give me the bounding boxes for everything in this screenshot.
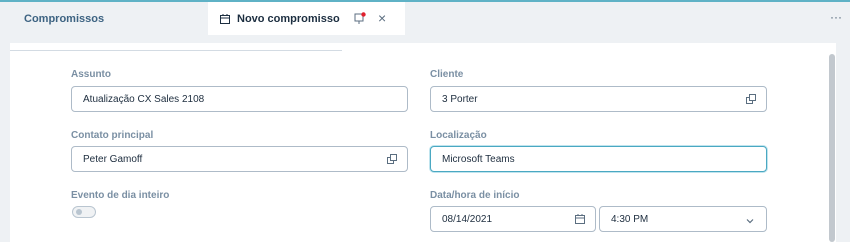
inicio-date-value: 08/14/2021 [442,213,493,225]
tab-bar: Compromissos Novo compromisso × ··· [0,2,850,35]
assunto-label: Assunto [71,69,111,80]
open-link-icon[interactable] [746,94,756,104]
tab-compromissos-label: Compromissos [24,12,105,25]
cliente-value: 3 Porter [442,93,478,105]
contato-value: Peter Gamoff [83,153,143,165]
evento-dia-toggle[interactable] [72,206,96,218]
cliente-input[interactable]: 3 Porter [430,86,767,112]
evento-dia-label: Evento de dia inteiro [71,190,170,201]
inicio-time-value: 4:30 PM [611,213,649,225]
calendar-icon [220,13,230,24]
tab-novo-compromisso-label: Novo compromisso [237,12,340,25]
tab-compromissos[interactable]: Compromissos [0,2,208,35]
pin-icon[interactable] [354,12,366,24]
assunto-input[interactable]: Atualização CX Sales 2108 [71,86,408,112]
calendar-icon[interactable] [575,214,585,224]
localizacao-input[interactable]: Microsoft Teams [430,146,767,172]
open-link-icon[interactable] [387,154,397,164]
inicio-time-select[interactable]: 4:30 PM [599,206,767,232]
localizacao-value: Microsoft Teams [442,153,515,165]
contato-label: Contato principal [71,130,154,141]
chevron-down-icon [746,216,754,224]
scrollbar-thumb[interactable] [829,54,835,242]
toggle-knob [76,209,82,215]
close-icon[interactable]: × [378,9,392,27]
inicio-label: Data/hora de início [430,190,520,201]
localizacao-label: Localização [430,130,487,141]
panel-divider [10,50,342,51]
assunto-value: Atualização CX Sales 2108 [83,93,205,105]
tab-novo-compromisso[interactable]: Novo compromisso × [208,2,405,35]
cliente-label: Cliente [430,69,464,80]
inicio-date-input[interactable]: 08/14/2021 [430,206,596,232]
more-icon[interactable]: ··· [830,10,842,24]
contato-input[interactable]: Peter Gamoff [71,146,408,172]
